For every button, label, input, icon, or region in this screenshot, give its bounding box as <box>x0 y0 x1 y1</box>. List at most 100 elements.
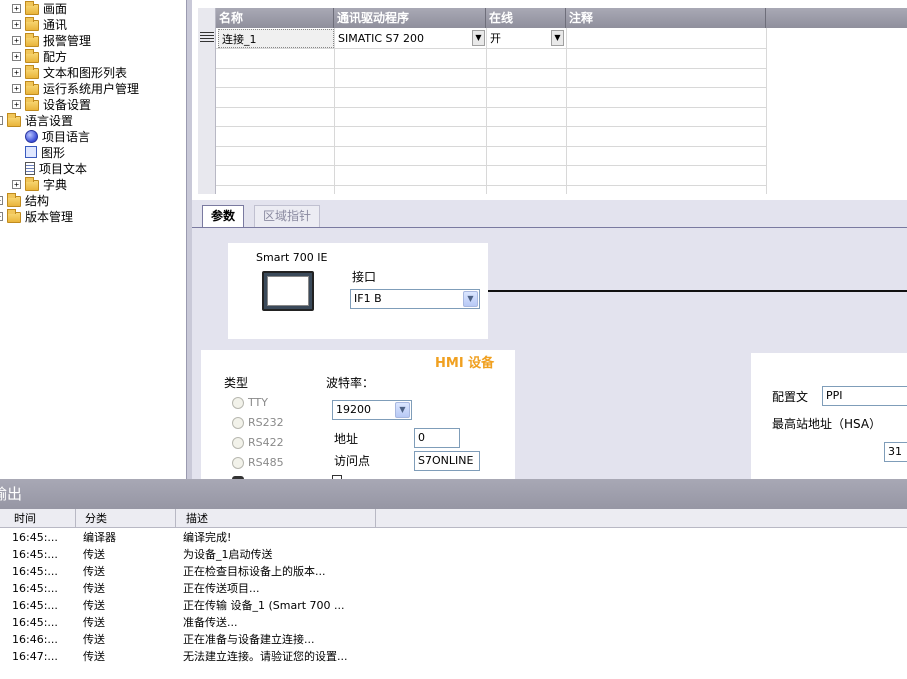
tree-item-label: 图形 <box>41 145 66 160</box>
output-time: 16:45:... <box>12 616 58 629</box>
interface-value: IF1 B <box>354 292 382 305</box>
tree-item[interactable]: - 语言设置 <box>0 112 73 128</box>
grid-column-line <box>334 28 335 194</box>
folder-icon <box>25 49 39 63</box>
output-row[interactable]: 16:45:... 传送 为设备_1启动传送 <box>0 546 907 563</box>
folder-icon <box>25 81 39 95</box>
interface-select[interactable]: IF1 B ▼ <box>350 289 480 309</box>
access-point-input[interactable]: S7ONLINE <box>414 451 480 471</box>
address-input[interactable]: 0 <box>414 428 460 448</box>
output-category: 传送 <box>83 599 105 612</box>
driver-cell[interactable]: SIMATIC S7 200 <box>335 29 485 48</box>
output-header-time[interactable]: 时间 <box>0 509 76 528</box>
tree-item[interactable]: + 设备设置 <box>12 96 91 112</box>
output-row[interactable]: 16:46:... 传送 正在准备与设备建立连接... <box>0 631 907 648</box>
hmi-settings-title: HMI 设备 <box>435 356 495 371</box>
output-time: 16:45:... <box>12 531 58 544</box>
tree-item-label: 运行系统用户管理 <box>43 81 140 96</box>
tree-item[interactable]: 项目语言 <box>12 128 90 144</box>
grid-column-line <box>566 28 567 194</box>
tree-item-label: 字典 <box>43 177 68 192</box>
tree-item[interactable]: + 字典 <box>12 176 67 192</box>
expand-toggle-icon[interactable]: + <box>12 3 21 13</box>
tab-area-pointers[interactable]: 区域指针 <box>254 205 321 227</box>
column-header-online[interactable]: 在线 <box>486 8 566 28</box>
grid-row-line <box>216 48 766 49</box>
tab-parameters[interactable]: 参数 <box>202 205 245 227</box>
tree-item-label: 设备设置 <box>43 97 92 112</box>
collapse-toggle-icon[interactable]: - <box>0 115 3 125</box>
tree-item-label: 通讯 <box>43 17 68 32</box>
tree-item[interactable]: + 通讯 <box>12 16 67 32</box>
output-row[interactable]: 16:47:... 传送 无法建立连接。请验证您的设置... <box>0 648 907 665</box>
baud-label: 波特率： <box>326 376 375 390</box>
grid-row-line <box>216 87 766 88</box>
tree-item[interactable]: + 结构 <box>0 192 49 208</box>
output-time: 16:45:... <box>12 599 58 612</box>
expand-toggle-icon[interactable]: + <box>12 67 21 77</box>
radio-rs485-label: RS485 <box>248 456 284 469</box>
column-header-comment[interactable]: 注释 <box>566 8 766 28</box>
hsa-input[interactable]: 31 <box>884 442 907 462</box>
output-header-description[interactable]: 描述 <box>176 509 376 528</box>
expand-toggle-icon[interactable]: + <box>0 211 3 221</box>
expand-toggle-icon[interactable]: + <box>0 195 3 205</box>
online-dropdown-icon[interactable]: ▼ <box>551 30 564 46</box>
expand-toggle-icon[interactable]: + <box>12 83 21 93</box>
tree-item[interactable]: + 画面 <box>12 0 67 16</box>
column-header-name[interactable]: 名称 <box>216 8 334 28</box>
expand-toggle-icon[interactable]: + <box>12 99 21 109</box>
tree-item-label: 画面 <box>43 1 68 16</box>
radio-tty-label: TTY <box>248 396 268 409</box>
output-time: 16:46:... <box>12 633 58 646</box>
tree-item[interactable]: + 文本和图形列表 <box>12 64 127 80</box>
globe-icon <box>25 129 38 143</box>
output-time: 16:45:... <box>12 548 58 561</box>
tree-item[interactable]: + 配方 <box>12 48 67 64</box>
chevron-down-icon[interactable]: ▼ <box>463 291 478 307</box>
row-selector-icon[interactable] <box>200 32 214 44</box>
expand-toggle-icon[interactable]: + <box>12 35 21 45</box>
driver-dropdown-icon[interactable]: ▼ <box>472 30 485 46</box>
folder-icon <box>25 1 39 15</box>
radio-rs485[interactable]: RS485 <box>232 456 284 469</box>
output-category: 传送 <box>83 650 105 663</box>
tree-item[interactable]: + 运行系统用户管理 <box>12 80 139 96</box>
tree-item[interactable]: + 版本管理 <box>0 208 73 224</box>
radio-tty[interactable]: TTY <box>232 396 268 409</box>
column-header-driver[interactable]: 通讯驱动程序 <box>334 8 486 28</box>
baud-select[interactable]: 19200 ▼ <box>332 400 412 420</box>
output-row[interactable]: 16:45:... 传送 准备传送... <box>0 614 907 631</box>
tree-item[interactable]: + 报警管理 <box>12 32 91 48</box>
folder-icon <box>25 65 39 79</box>
output-description: 正在传送项目... <box>183 582 260 595</box>
tree-item-label: 报警管理 <box>43 33 92 48</box>
tree-item[interactable]: 图形 <box>12 144 65 160</box>
output-category: 编译器 <box>83 531 116 544</box>
output-row[interactable]: 16:45:... 传送 正在传输 设备_1 (Smart 700 ... <box>0 597 907 614</box>
output-row[interactable]: 16:45:... 传送 正在检查目标设备上的版本... <box>0 563 907 580</box>
column-header-empty <box>766 8 907 28</box>
output-description: 正在准备与设备建立连接... <box>183 633 315 646</box>
expand-toggle-icon[interactable]: + <box>12 51 21 61</box>
chevron-down-icon[interactable]: ▼ <box>395 402 410 418</box>
output-window: 输出 时间 分类 描述 16:45:... 编译器 编译完成! 16:45:... 传送… <box>0 479 907 679</box>
tree-item[interactable]: 项目文本 <box>12 160 87 176</box>
folder-icon <box>25 17 39 31</box>
comment-cell[interactable] <box>567 29 765 48</box>
profile-select[interactable]: PPI <box>822 386 907 406</box>
expand-toggle-icon[interactable]: + <box>12 19 21 29</box>
connection-name-cell[interactable]: 连接_1 <box>218 29 334 48</box>
output-row[interactable]: 16:45:... 传送 正在传送项目... <box>0 580 907 597</box>
expand-toggle-icon[interactable]: + <box>12 179 21 189</box>
output-header-category[interactable]: 分类 <box>76 509 176 528</box>
image-icon <box>25 146 37 158</box>
type-label: 类型 <box>224 376 249 390</box>
network-settings-box: 配置文 PPI 最高站地址（HSA） 31 <box>751 353 907 479</box>
radio-rs422[interactable]: RS422 <box>232 436 284 449</box>
grid-row-line <box>216 146 766 147</box>
output-row[interactable]: 16:45:... 编译器 编译完成! <box>0 529 907 546</box>
radio-rs232[interactable]: RS232 <box>232 416 284 429</box>
output-description: 正在检查目标设备上的版本... <box>183 565 326 578</box>
tree-item-label: 语言设置 <box>25 113 74 128</box>
